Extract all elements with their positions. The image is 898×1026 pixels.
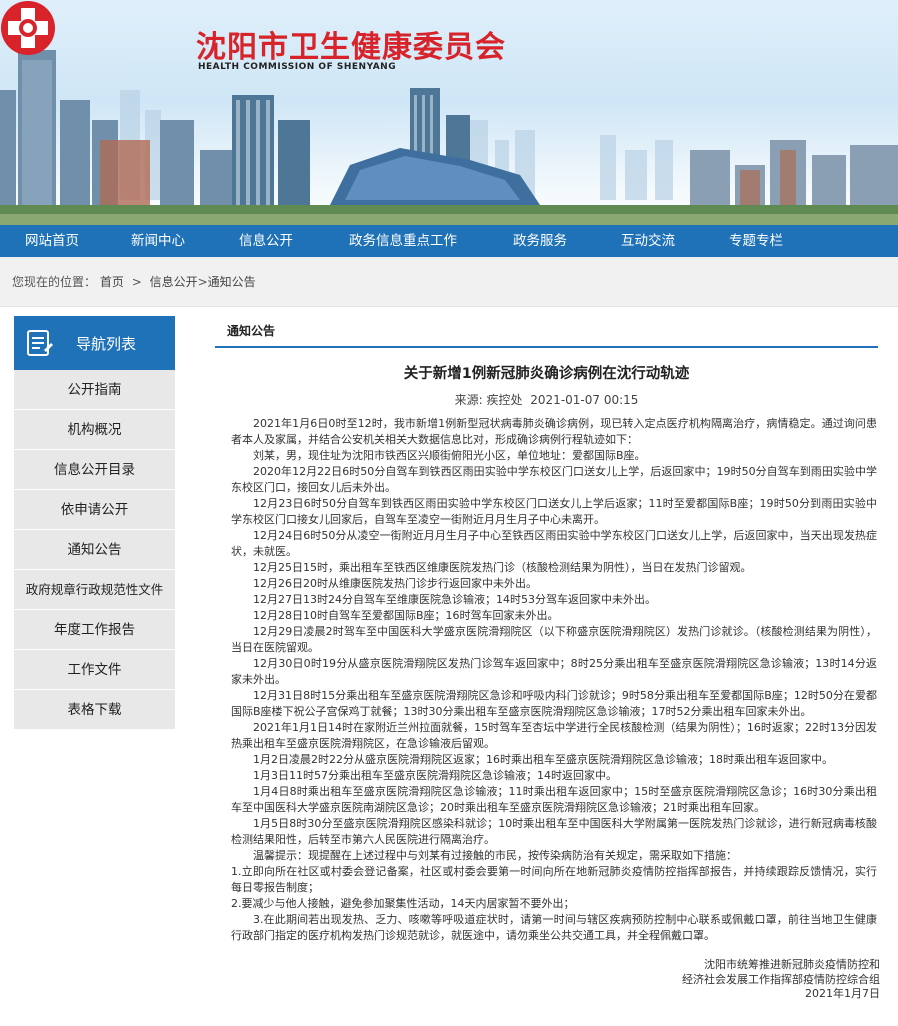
sidebar-item-guide[interactable]: 公开指南 bbox=[14, 370, 175, 410]
site-subtitle: HEALTH COMMISSION OF SHENYANG bbox=[198, 62, 397, 72]
nav-item-topics[interactable]: 专题专栏 bbox=[702, 225, 810, 257]
article-paragraph: 12月30日0时19分从盛京医院滑翔院区发热门诊驾车返回家中；8时25分乘出租车… bbox=[231, 657, 877, 686]
article-paragraph: 12月26日20时从维康医院发热门诊步行返回家中未外出。 bbox=[253, 577, 537, 590]
article-paragraph: 2021年1月6日0时至12时，我市新增1例新型冠状病毒肺炎确诊病例，现已转入定… bbox=[231, 417, 877, 446]
article-paragraph: 1月2日凌晨2时22分从盛京医院滑翔院区返家；16时乘出租车至盛京医院滑翔院区急… bbox=[253, 753, 833, 766]
main-content: 通知公告 关于新增1例新冠肺炎确诊病例在沈行动轨迹 来源: 疾控处 2021-0… bbox=[215, 316, 878, 944]
article-paragraph: 2020年12月22日6时50分自驾车到铁西区雨田实验中学东校区门口送女儿上学，… bbox=[231, 465, 877, 494]
sidebar-item-regulations[interactable]: 政府规章行政规范性文件 bbox=[14, 570, 175, 610]
breadcrumb-prefix: 您现在的位置： bbox=[12, 275, 97, 289]
article-paragraph: 12月24日6时50分从凌空一街附近月月生月子中心至铁西区雨田实验中学东校区门口… bbox=[231, 529, 877, 558]
article-date: 2021-01-07 00:15 bbox=[530, 393, 639, 407]
breadcrumb-separator: > bbox=[131, 275, 142, 289]
section-tab-bar: 通知公告 bbox=[215, 316, 878, 348]
section-tab-label: 通知公告 bbox=[227, 324, 276, 338]
source-label: 来源: bbox=[454, 393, 483, 407]
sidebar-header: 导航列表 bbox=[14, 316, 175, 370]
signature-line: 经济社会发展工作指挥部疫情防控综合组 bbox=[682, 972, 880, 986]
sidebar: 导航列表 公开指南 机构概况 信息公开目录 依申请公开 通知公告 政府规章行政规… bbox=[14, 316, 175, 730]
site-title: 沈阳市卫生健康委员会 bbox=[196, 30, 506, 65]
article-paragraph: 温馨提示：现提醒在上述过程中与刘某有过接触的市民，按传染病防治有关规定，需采取如… bbox=[253, 849, 737, 862]
article-body: 2021年1月6日0时至12时，我市新增1例新型冠状病毒肺炎确诊病例，现已转入定… bbox=[231, 416, 877, 944]
signature-line: 沈阳市统筹推进新冠肺炎疫情防控和 bbox=[704, 958, 880, 971]
article-title: 关于新增1例新冠肺炎确诊病例在沈行动轨迹 bbox=[403, 366, 690, 382]
sidebar-item-catalog[interactable]: 信息公开目录 bbox=[14, 450, 175, 490]
article-paragraph: 1月3日11时57分乘出租车至盛京医院滑翔院区急诊输液；14时返回家中。 bbox=[253, 769, 617, 782]
nav-item-key-work[interactable]: 政务信息重点工作 bbox=[320, 225, 486, 257]
nav-item-news[interactable]: 新闻中心 bbox=[104, 225, 212, 257]
article-paragraph: 2.要减少与他人接触，避免参加聚集性活动，14天内居家暂不要外出； bbox=[231, 897, 575, 910]
sidebar-item-notices[interactable]: 通知公告 bbox=[14, 530, 175, 570]
article-paragraph: 1月5日8时30分至盛京医院滑翔院区感染科就诊；10时乘出租车至中国医科大学附属… bbox=[231, 817, 877, 846]
breadcrumb: 您现在的位置： 首页 > 信息公开>通知公告 bbox=[0, 257, 898, 307]
article-paragraph: 12月29日凌晨2时驾车至中国医科大学盛京医院滑翔院区（以下称盛京医院滑翔院区）… bbox=[231, 625, 877, 654]
health-commission-emblem-icon bbox=[1, 1, 55, 55]
sidebar-item-work-files[interactable]: 工作文件 bbox=[14, 650, 175, 690]
sidebar-item-annual-report[interactable]: 年度工作报告 bbox=[14, 610, 175, 650]
article-signature: 沈阳市统筹推进新冠肺炎疫情防控和 经济社会发展工作指挥部疫情防控综合组 2021… bbox=[682, 958, 880, 1002]
article-source: 疾控处 bbox=[486, 393, 523, 407]
nav-item-info-public[interactable]: 信息公开 bbox=[212, 225, 320, 257]
article-meta: 来源: 疾控处 2021-01-07 00:15 bbox=[215, 391, 878, 408]
sidebar-item-organization[interactable]: 机构概况 bbox=[14, 410, 175, 450]
nav-item-interaction[interactable]: 互动交流 bbox=[594, 225, 702, 257]
main-nav: 网站首页 新闻中心 信息公开 政务信息重点工作 政务服务 互动交流 专题专栏 bbox=[0, 225, 898, 257]
article-paragraph: 12月28日10时自驾车至爱都国际B座；16时驾车回家未外出。 bbox=[253, 609, 559, 622]
breadcrumb-notices[interactable]: 通知公告 bbox=[208, 275, 256, 289]
sidebar-title: 导航列表 bbox=[76, 334, 137, 353]
document-list-icon bbox=[27, 330, 53, 356]
article-paragraph: 12月25日15时，乘出租车至铁西区维康医院发热门诊（核酸检测结果为阴性），当日… bbox=[253, 561, 752, 574]
nav-item-services[interactable]: 政务服务 bbox=[486, 225, 594, 257]
sidebar-item-request[interactable]: 依申请公开 bbox=[14, 490, 175, 530]
article-paragraph: 3.在此期间若出现发热、乏力、咳嗽等呼吸道症状时，请第一时间与辖区疾病预防控制中… bbox=[231, 913, 877, 942]
article-paragraph: 12月31日8时15分乘出租车至盛京医院滑翔院区急诊和呼吸内科门诊就诊；9时58… bbox=[231, 689, 877, 718]
article-paragraph: 2021年1月1日14时在家附近兰州拉面就餐，15时驾车至杏坛中学进行全民核酸检… bbox=[231, 721, 877, 750]
signature-date: 2021年1月7日 bbox=[805, 987, 880, 1000]
breadcrumb-home[interactable]: 首页 bbox=[100, 275, 124, 289]
breadcrumb-separator: > bbox=[197, 275, 208, 289]
article-paragraph: 1月4日8时乘出租车至盛京医院滑翔院区急诊输液；11时乘出租车返回家中；15时至… bbox=[231, 785, 877, 814]
article-paragraph: 刘某，男，现住址为沈阳市铁西区兴顺街俯阳光小区，单位地址：爱都国际B座。 bbox=[253, 449, 646, 462]
nav-item-home[interactable]: 网站首页 bbox=[0, 225, 104, 257]
header-banner: 沈阳市卫生健康委员会 HEALTH COMMISSION OF SHENYANG bbox=[0, 0, 898, 225]
article-paragraph: 12月23日6时50分自驾车到铁西区雨田实验中学东校区门口送女儿上学后返家；11… bbox=[231, 497, 877, 526]
article-paragraph: 1.立即向所在社区或村委会登记备案，社区或村委会要第一时间向所在地新冠肺炎疫情防… bbox=[231, 865, 877, 894]
article-paragraph: 12月27日13时24分自驾车至维康医院急诊输液；14时53分驾车返回家中未外出… bbox=[253, 593, 656, 606]
sidebar-item-forms[interactable]: 表格下载 bbox=[14, 690, 175, 730]
breadcrumb-info-public[interactable]: 信息公开 bbox=[150, 275, 198, 289]
